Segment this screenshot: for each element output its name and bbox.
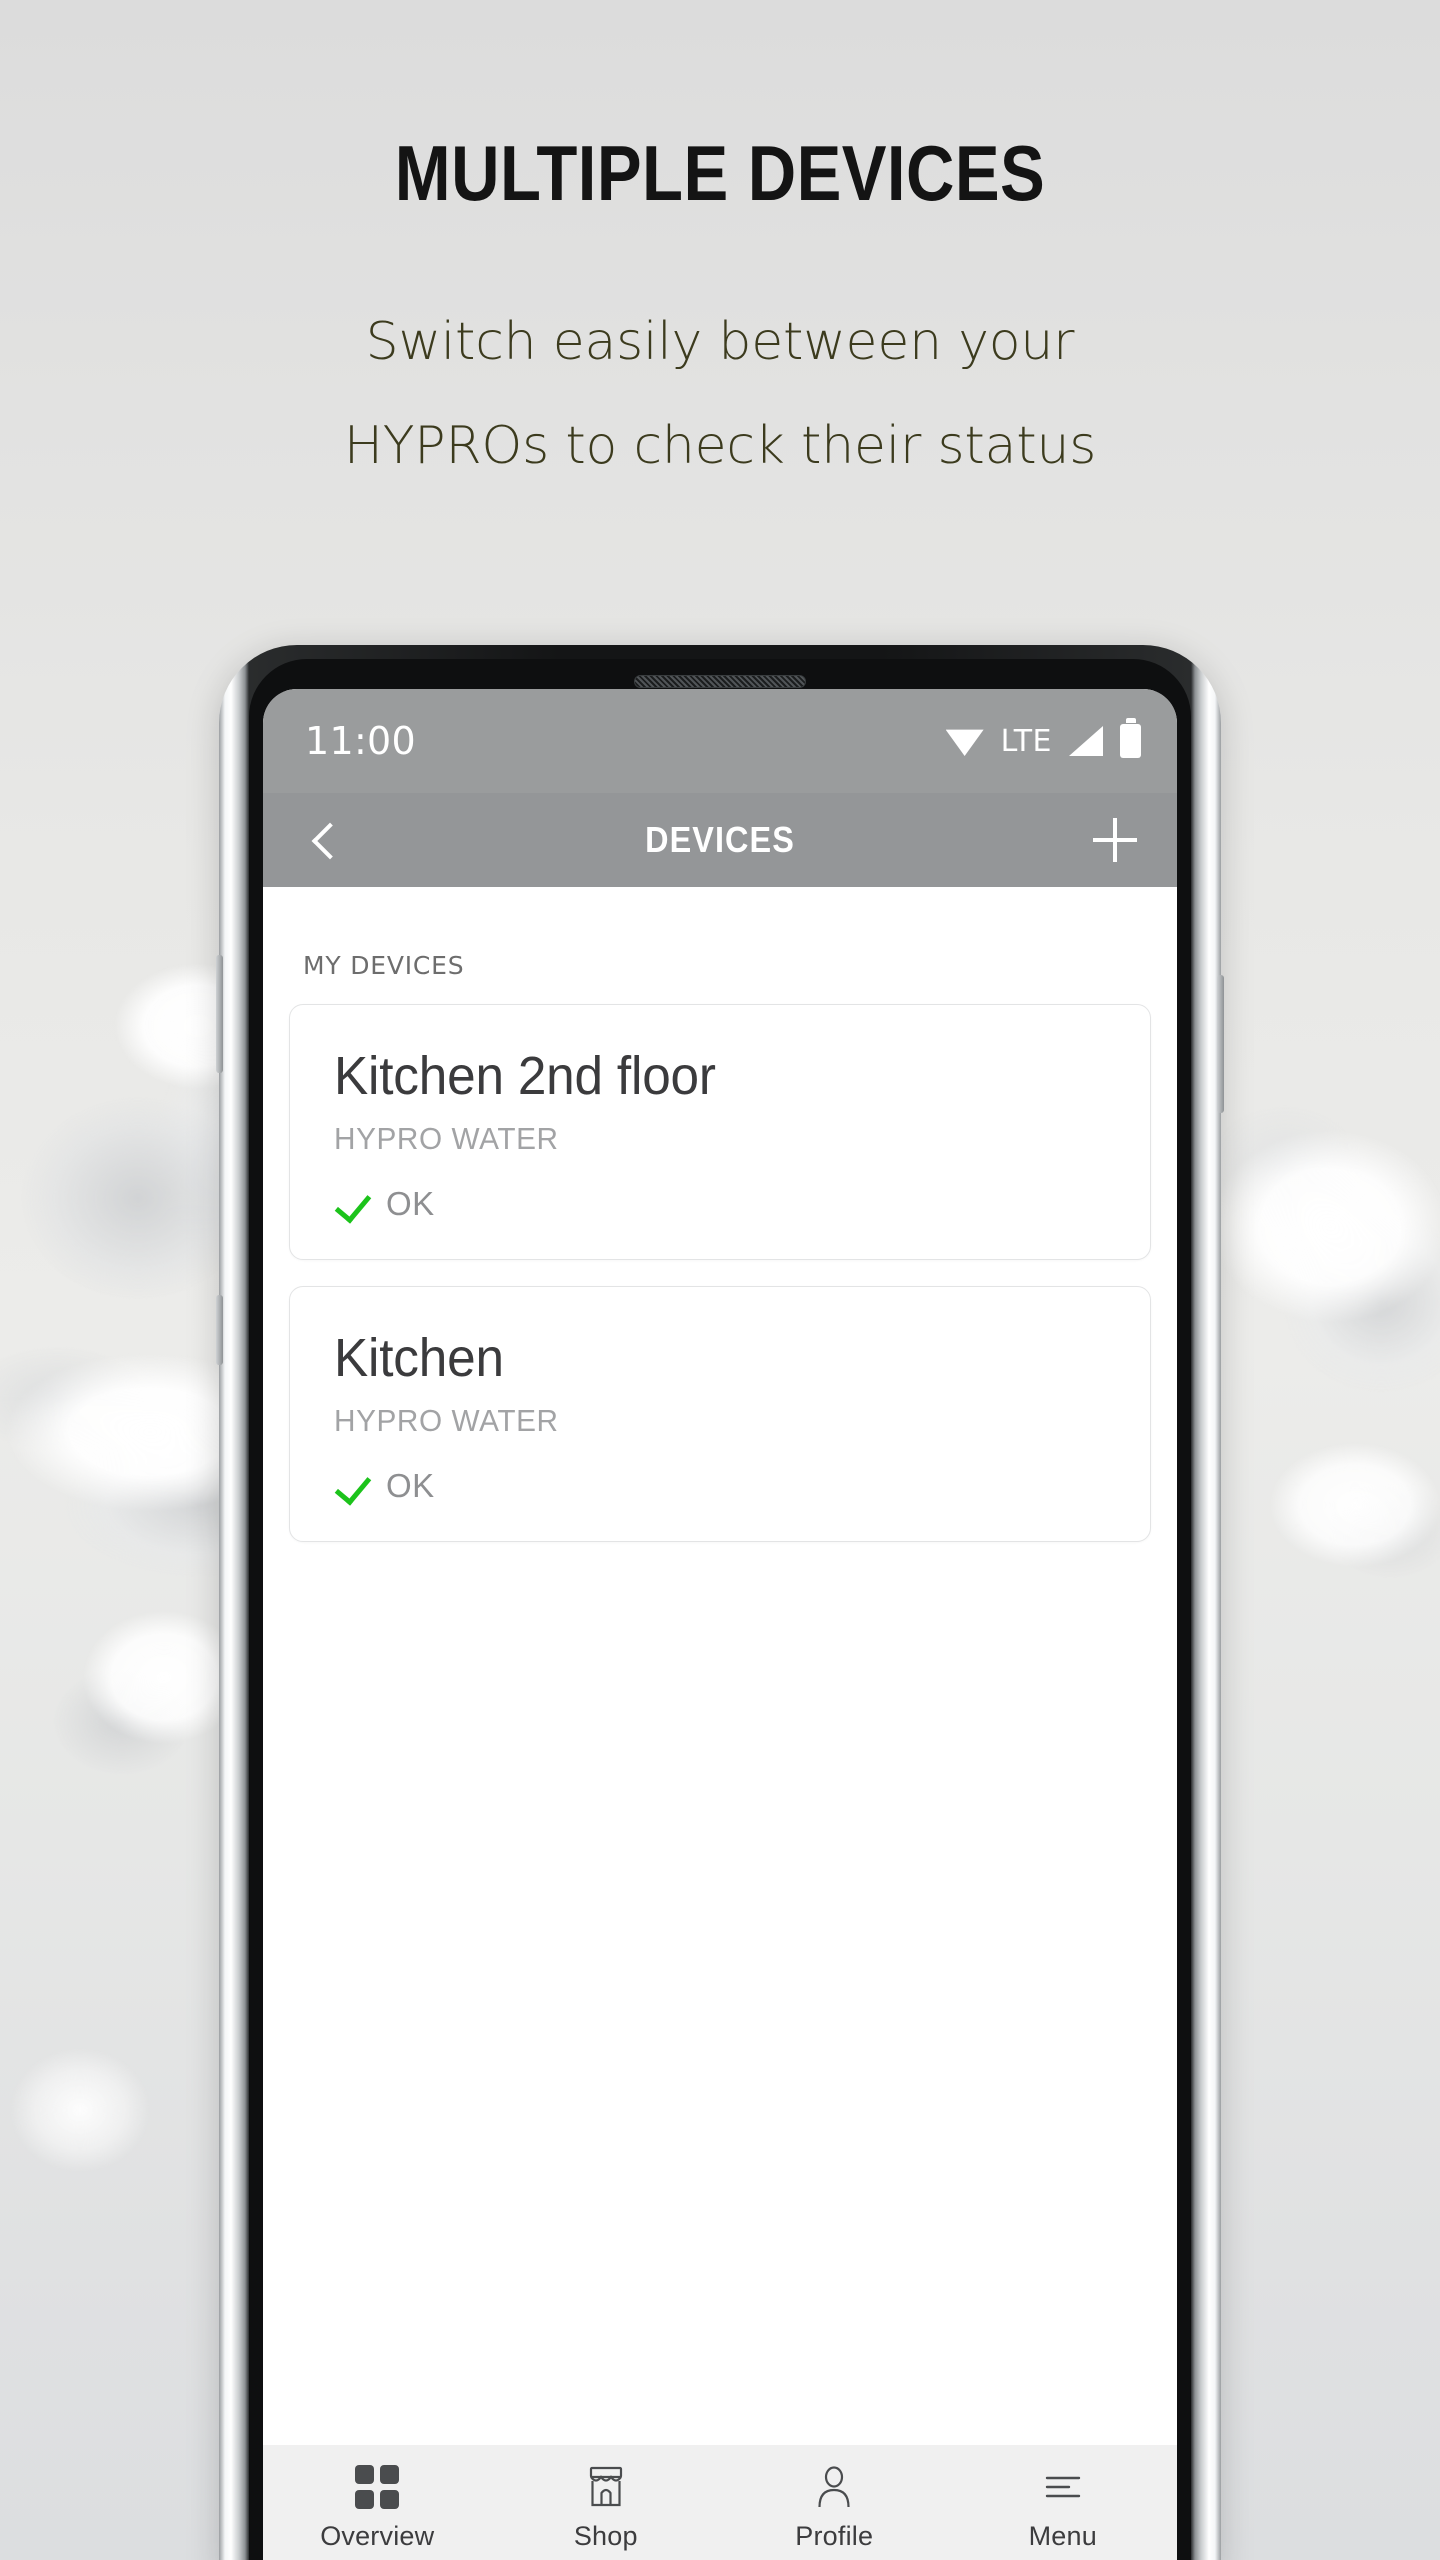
volume-up-button[interactable] [216, 955, 223, 1073]
promo-subheadline-line-1: Switch easily between your [365, 312, 1075, 372]
check-icon [334, 1187, 368, 1221]
nav-item-menu[interactable]: Menu [949, 2465, 1178, 2552]
water-splash-decoration [0, 2020, 170, 2200]
volume-down-button[interactable] [216, 1295, 223, 1365]
app-bar: DEVICES [263, 793, 1177, 887]
wifi-icon [945, 729, 984, 756]
device-type: HYPRO WATER [334, 1121, 559, 1156]
hamburger-icon [1043, 2465, 1083, 2509]
devices-list-screen: MY DEVICES Kitchen 2nd floor HYPRO WATER… [263, 887, 1177, 2445]
device-card[interactable]: Kitchen HYPRO WATER OK [289, 1286, 1151, 1542]
storefront-icon [585, 2465, 627, 2509]
device-status: OK [334, 1467, 1106, 1505]
section-header-my-devices: MY DEVICES [303, 951, 465, 980]
nav-item-label: Profile [795, 2521, 874, 2551]
person-icon [814, 2465, 854, 2509]
promo-headline: MULTIPLE DEVICES [394, 129, 1046, 217]
device-name: Kitchen [334, 1328, 504, 1388]
promo-subheadline: Switch easily between your HYPROs to che… [230, 290, 1210, 498]
phone-screen: 11:00 LTE DEVICES MY DEVICES Kitchen 2nd [263, 689, 1177, 2560]
device-type: HYPRO WATER [334, 1403, 559, 1438]
phone-mockup: 11:00 LTE DEVICES MY DEVICES Kitchen 2nd [216, 645, 1224, 2560]
nav-item-overview[interactable]: Overview [263, 2465, 492, 2552]
plus-icon[interactable] [1093, 818, 1137, 862]
check-icon [334, 1469, 368, 1503]
status-badge: OK [386, 1467, 435, 1504]
device-card[interactable]: Kitchen 2nd floor HYPRO WATER OK [289, 1004, 1151, 1260]
page-title: DEVICES [645, 819, 795, 860]
status-bar-icons: LTE [945, 723, 1141, 759]
grid-icon [355, 2465, 400, 2509]
water-splash-decoration [1230, 1380, 1440, 1630]
nav-item-label: Shop [573, 2521, 638, 2551]
nav-item-profile[interactable]: Profile [720, 2465, 949, 2552]
nav-item-label: Menu [1028, 2521, 1097, 2551]
earpiece-speaker [634, 675, 806, 688]
promo-screenshot-page: MULTIPLE DEVICES Switch easily between y… [0, 0, 1440, 2560]
device-status: OK [334, 1185, 1106, 1223]
status-badge: OK [386, 1185, 435, 1222]
status-bar-clock: 11:00 [305, 719, 417, 763]
nav-item-shop[interactable]: Shop [492, 2465, 721, 2552]
power-button[interactable] [1217, 975, 1224, 1113]
nav-item-label: Overview [320, 2521, 435, 2551]
bottom-navigation-bar: Overview Shop Profile Menu [263, 2445, 1177, 2560]
water-splash-decoration [1195, 1050, 1440, 1470]
battery-icon [1120, 724, 1141, 758]
cellular-signal-icon [1069, 726, 1103, 756]
status-bar: 11:00 LTE [263, 689, 1177, 793]
lte-label: LTE [1000, 723, 1052, 759]
promo-subheadline-line-2: HYPROs to check their status [343, 416, 1097, 476]
device-name: Kitchen 2nd floor [334, 1046, 716, 1106]
